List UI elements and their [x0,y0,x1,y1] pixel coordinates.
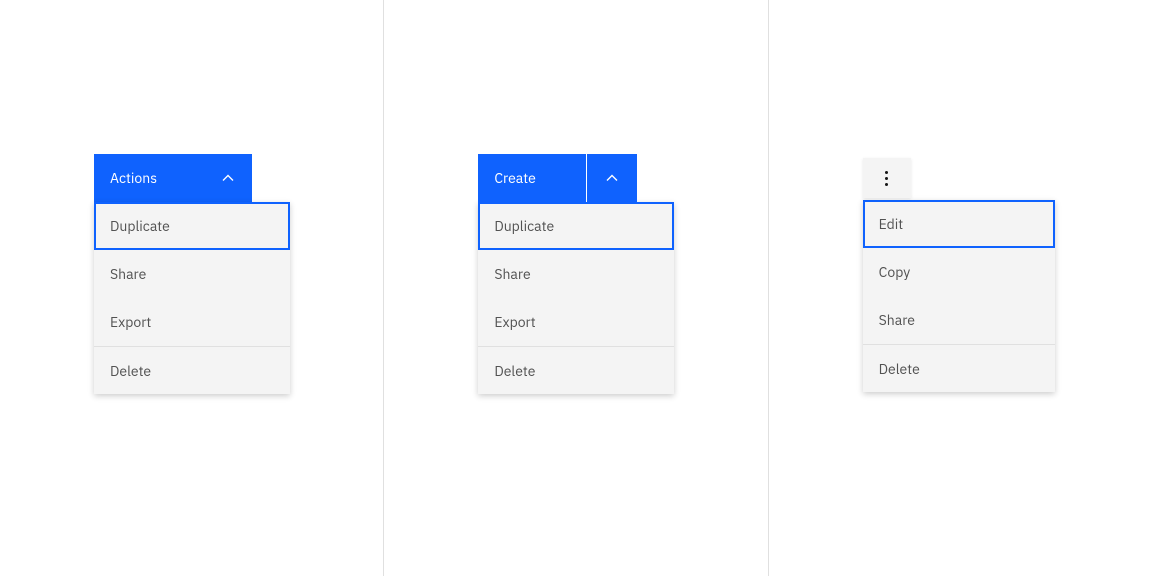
menu-item-share[interactable]: Share [94,250,290,298]
menu-item-share[interactable]: Share [478,250,674,298]
create-button[interactable]: Create [478,154,585,202]
create-button-label: Create [494,169,535,187]
chevron-up-icon [604,170,620,186]
menu-item-label: Duplicate [494,217,554,235]
menu-item-delete[interactable]: Delete [863,344,1055,392]
menu-item-share[interactable]: Share [863,296,1055,344]
create-menu: Duplicate Share Export Delete [478,202,674,394]
menu-item-label: Duplicate [110,217,170,235]
create-split-button: Create [478,154,674,202]
overflow-menu-container: Edit Copy Share Delete [863,158,1055,392]
actions-button-label: Actions [110,169,157,187]
menu-item-edit[interactable]: Edit [863,200,1055,248]
menu-item-delete[interactable]: Delete [94,346,290,394]
menu-item-label: Delete [494,362,535,380]
overflow-button[interactable] [863,158,911,198]
menu-item-delete[interactable]: Delete [478,346,674,394]
menu-item-duplicate[interactable]: Duplicate [94,202,290,250]
actions-button[interactable]: Actions [94,154,252,202]
menu-item-label: Share [494,265,530,283]
chevron-up-icon [220,170,236,186]
overflow-menu: Edit Copy Share Delete [863,200,1055,392]
menu-item-label: Export [110,313,151,331]
menu-item-export[interactable]: Export [94,298,290,346]
menu-item-label: Share [110,265,146,283]
menu-item-label: Edit [879,215,904,233]
menu-item-label: Delete [879,360,920,378]
menu-item-duplicate[interactable]: Duplicate [478,202,674,250]
menu-item-label: Delete [110,362,151,380]
kebab-icon [885,171,888,186]
menu-item-label: Copy [879,263,911,281]
combo-button-menu: Actions Duplicate Share Export Delete [94,154,290,394]
menu-item-label: Share [879,311,915,329]
menu-item-label: Export [494,313,535,331]
split-button-menu: Create Duplicate Share Export Delete [478,154,674,394]
actions-menu: Duplicate Share Export Delete [94,202,290,394]
create-toggle-button[interactable] [587,154,637,202]
menu-item-export[interactable]: Export [478,298,674,346]
menu-item-copy[interactable]: Copy [863,248,1055,296]
